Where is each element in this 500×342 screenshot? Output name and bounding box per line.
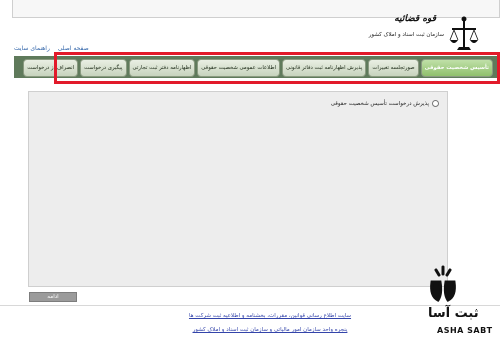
brand-subtitle: سازمان ثبت اسناد و املاک کشور: [368, 32, 444, 38]
main-panel: پذیرش درخواست تأسیس شخصیت حقوقی: [28, 91, 448, 287]
asha-sabt-logo-icon: [430, 265, 456, 302]
nav-tabs: تأسیس شخصیت حقوقی صورتجلسه تغییرات پذیرش…: [23, 59, 493, 77]
tab-commercial-register-declaration[interactable]: اظهارنامه دفتر ثبت تجارتی: [128, 59, 196, 77]
watermark-name: ثبت آسا: [428, 306, 479, 321]
top-header: قوه قضائیه سازمان ثبت اسناد و املاک کشور…: [0, 0, 500, 54]
judiciary-emblem-icon: [449, 16, 479, 50]
footer-link-single-window[interactable]: پنجره واحد سازمان امور مالیاتی و سازمان …: [120, 327, 420, 333]
header-links: صفحه اصلی راهنمای سایت: [14, 45, 95, 52]
tab-change-minutes[interactable]: صورتجلسه تغییرات: [368, 59, 419, 77]
tab-legal-books-declaration[interactable]: پذیرش اظهارنامه ثبت دفاتر قانونی: [282, 59, 367, 77]
footer-link-regulations[interactable]: سایت اطلاع رسانی قوانین، مقررات، بخشنامه…: [120, 313, 420, 319]
request-option[interactable]: پذیرش درخواست تأسیس شخصیت حقوقی: [331, 100, 439, 107]
tab-establish-legal-entity[interactable]: تأسیس شخصیت حقوقی: [420, 59, 493, 77]
request-option-label: پذیرش درخواست تأسیس شخصیت حقوقی: [330, 100, 429, 107]
tab-public-entity-info[interactable]: اطلاعات عمومی شخصیت حقوقی: [197, 59, 281, 77]
tab-cancel-request[interactable]: انصراف از درخواست: [23, 59, 79, 77]
divider: [0, 305, 500, 306]
brand-title: قوه قضائیه: [394, 14, 436, 24]
request-option-radio[interactable]: [432, 100, 439, 107]
watermark-latin: ASHA SABT: [437, 326, 493, 335]
site-guide-link[interactable]: راهنمای سایت: [14, 45, 50, 52]
home-link[interactable]: صفحه اصلی: [58, 45, 89, 52]
tab-track-request[interactable]: پیگیری درخواست: [80, 59, 127, 77]
continue-button[interactable]: ادامه: [29, 292, 77, 302]
